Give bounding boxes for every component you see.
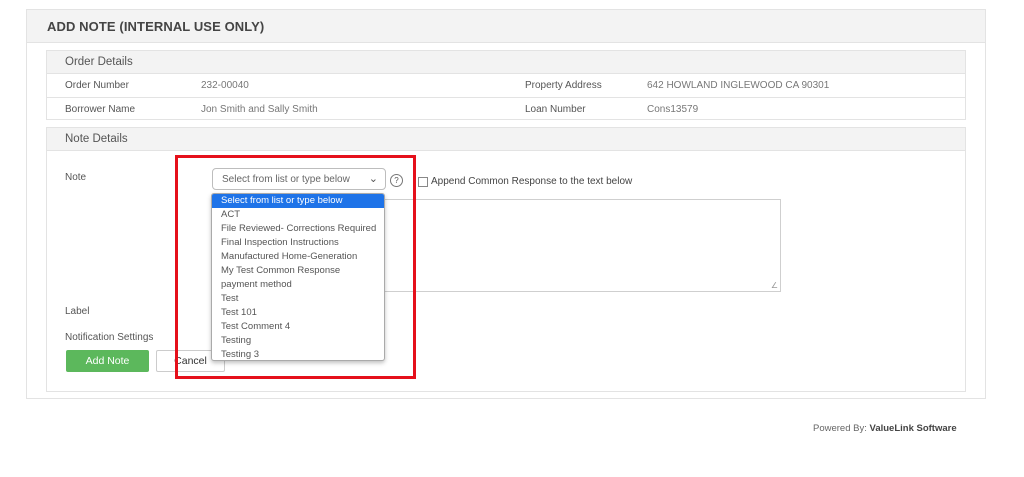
note-details-section: Note Details Note Select from list or ty…	[46, 127, 966, 392]
append-checkbox[interactable]	[418, 177, 428, 187]
borrower-name-label: Borrower Name	[65, 104, 136, 115]
dropdown-option[interactable]: Manufactured Home-Generation	[212, 250, 384, 264]
property-address-value: 642 HOWLAND INGLEWOOD CA 90301	[647, 80, 830, 91]
add-note-panel: ADD NOTE (INTERNAL USE ONLY) Order Detai…	[26, 9, 986, 399]
footer-brand[interactable]: ValueLink Software	[870, 423, 957, 434]
select-value: Select from list or type below	[222, 173, 350, 185]
note-details-title: Note Details	[47, 128, 965, 151]
append-checkbox-label: Append Common Response to the text below	[431, 176, 633, 187]
order-details-row-1: Order Number 232-00040 Property Address …	[47, 74, 965, 98]
footer-prefix: Powered By:	[813, 423, 867, 434]
dropdown-option[interactable]: My Test Common Response	[212, 264, 384, 278]
borrower-name-value: Jon Smith and Sally Smith	[201, 104, 318, 115]
chevron-down-icon: ⌄	[368, 173, 378, 185]
order-number-label: Order Number	[65, 80, 129, 91]
order-details-section: Order Details Order Number 232-00040 Pro…	[46, 50, 966, 120]
order-details-row-2: Borrower Name Jon Smith and Sally Smith …	[47, 98, 965, 121]
dropdown-option[interactable]: payment method	[212, 278, 384, 292]
dropdown-option[interactable]: ACT	[212, 208, 384, 222]
add-note-button[interactable]: Add Note	[66, 350, 149, 372]
help-icon[interactable]: ?	[390, 174, 403, 187]
dropdown-option[interactable]: Select from list or type below	[212, 194, 384, 208]
dropdown-option[interactable]: File Reviewed- Corrections Required	[212, 222, 384, 236]
dropdown-option[interactable]: Final Inspection Instructions	[212, 236, 384, 250]
panel-title: ADD NOTE (INTERNAL USE ONLY)	[27, 10, 985, 43]
dropdown-option[interactable]: Testing	[212, 334, 384, 348]
notification-settings-label: Notification Settings	[65, 332, 154, 343]
dropdown-option[interactable]: Test Comment 4	[212, 320, 384, 334]
common-response-dropdown-list: Select from list or type below ACT File …	[211, 193, 385, 361]
resize-handle-icon[interactable]: ∠	[771, 281, 778, 290]
dropdown-option[interactable]: Test	[212, 292, 384, 306]
footer-powered-by: Powered By: ValueLink Software	[813, 423, 957, 434]
dropdown-option[interactable]: Testing 3	[212, 348, 384, 360]
common-response-select[interactable]: Select from list or type below ⌄	[212, 168, 386, 190]
note-label: Note	[65, 172, 87, 183]
order-number-value: 232-00040	[201, 80, 249, 91]
order-details-title: Order Details	[47, 51, 965, 74]
loan-number-label: Loan Number	[525, 104, 586, 115]
property-address-label: Property Address	[525, 80, 602, 91]
dropdown-option[interactable]: Test 101	[212, 306, 384, 320]
label-field-label: Label	[65, 306, 90, 317]
loan-number-value: Cons13579	[647, 104, 699, 115]
